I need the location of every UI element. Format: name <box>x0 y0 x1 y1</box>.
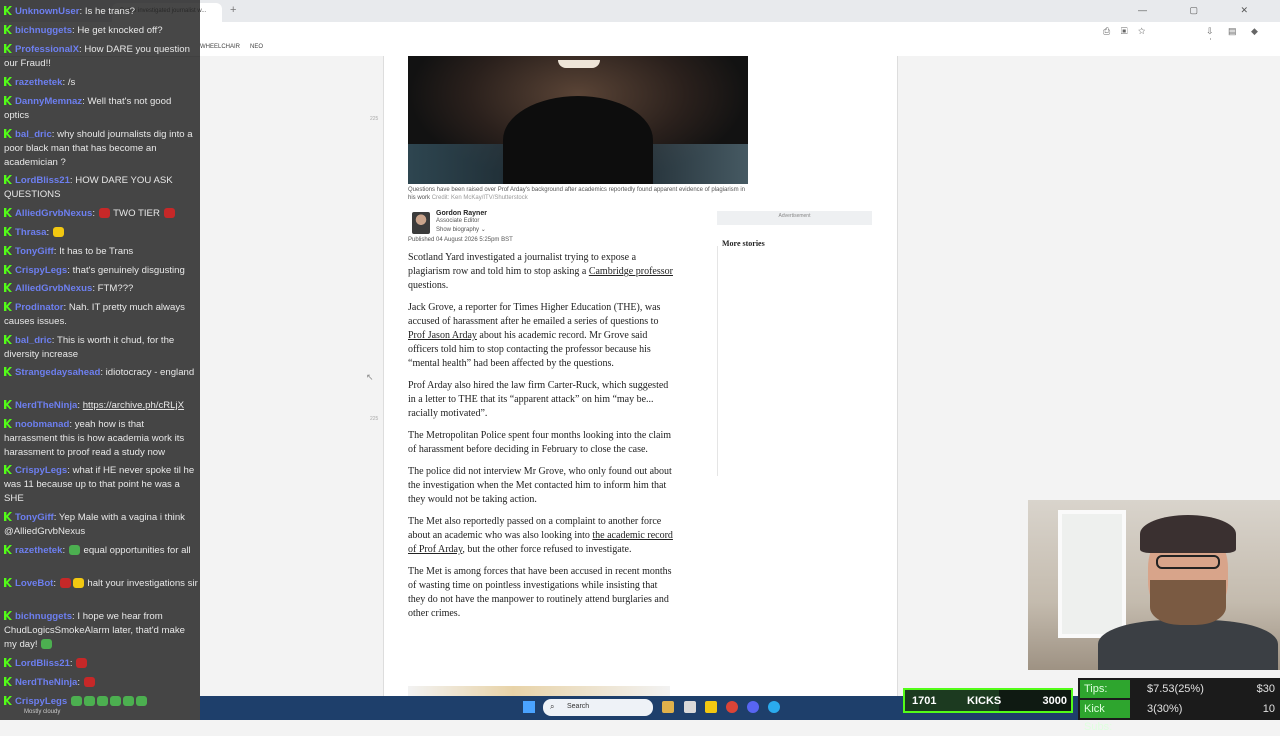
chat-message: Strangedaysahead: idiotocracy - england <box>4 366 198 380</box>
chat-message: CrispyLegs: what if HE never spoke til h… <box>4 465 195 504</box>
emote-icon <box>41 639 53 649</box>
chat-message: AlliedGrvbNexus: FTM??? <box>4 282 198 296</box>
article-paragraph: The police did not interview Mr Grove, w… <box>408 466 672 505</box>
chat-message: TonyGiff: It has to be Trans <box>4 245 198 259</box>
bookmark-wheelchair[interactable]: WHEELCHAIR <box>200 44 240 50</box>
emote-icon <box>98 208 110 218</box>
kicks-goal-bar: 1701 KICKS 3000 <box>903 688 1073 713</box>
chat-message: CrispyLegs <box>4 695 198 709</box>
windows-start-icon[interactable] <box>523 701 535 713</box>
chat-message: LordBliss21: <box>4 657 198 671</box>
kicks-current: 1701 <box>912 695 937 707</box>
advertisement-slot: Advertisement <box>717 211 872 225</box>
chat-message: DannyMemnaz: Well that's not good optics <box>4 96 172 121</box>
stream-chat: UnknownUser: Is he trans? bichnuggets: H… <box>0 0 200 720</box>
author-name[interactable]: Gordon Rayner <box>436 210 487 217</box>
chat-message: bal_dric: This is worth it chud, for the… <box>4 335 175 360</box>
image-credit: Credit: Ken McKay/ITV/Shutterstock <box>431 195 528 201</box>
kicks-goal: 3000 <box>1042 695 1067 707</box>
article-paragraph: The Met also reportedly passed on a comp… <box>408 516 673 555</box>
image-caption: Questions have been raised over Prof Ard… <box>408 187 746 201</box>
tips-value: $7.53(25%) <box>1147 683 1204 695</box>
inline-link[interactable]: Cambridge professor <box>589 266 673 277</box>
chat-message: bichnuggets: He get knocked off? <box>4 24 198 38</box>
emote-icon <box>96 696 108 706</box>
chat-message: LoveBot: halt your investigations sir <box>4 577 198 591</box>
chat-message: CrispyLegs: that's genuinely disgusting <box>4 264 198 278</box>
address-bar-icons[interactable]: ⎙ ▣ ☆ <box>1103 26 1149 37</box>
more-stories-heading: More stories <box>722 239 765 248</box>
search-icon: ⌕ <box>550 702 555 711</box>
task-view-icon[interactable] <box>684 701 696 713</box>
show-biography-link[interactable]: Show biography ⌄ <box>436 226 486 233</box>
emote-icon <box>135 696 147 706</box>
chat-message: Prodinator: Nah. IT pretty much always c… <box>4 302 185 327</box>
article-paragraph: The Met is among forces that have been a… <box>408 566 672 619</box>
emote-icon <box>76 658 88 668</box>
article-secondary-image <box>408 686 670 696</box>
file-explorer-icon[interactable] <box>662 701 674 713</box>
mouse-cursor-icon: ↖ <box>366 372 374 382</box>
emote-icon <box>122 696 134 706</box>
emote-icon <box>109 696 121 706</box>
chat-message: AlliedGrvbNexus: TWO TIER <box>4 207 198 221</box>
emote-icon <box>59 578 71 588</box>
chat-message: razethetek: equal opportunities for all <box>4 544 198 558</box>
emote-icon <box>52 227 64 237</box>
tips-subs-panel: Tips: $7.53(25%) $30 Kick Subs: 3(30%) 1… <box>1078 678 1280 733</box>
article-paragraph: Prof Arday also hired the law firm Carte… <box>408 380 669 419</box>
tips-label: Tips: <box>1080 680 1130 698</box>
emote-icon <box>83 677 95 687</box>
chat-message: NerdTheNinja: https://archive.ph/cRLjX <box>4 399 198 413</box>
emote-icon <box>83 696 95 706</box>
chat-message: razethetek: /s <box>4 76 198 90</box>
subs-value: 3(30%) <box>1147 703 1183 715</box>
chrome-icon[interactable] <box>726 701 738 713</box>
subs-label: Kick Subs: <box>1080 700 1130 733</box>
hero-image <box>408 56 748 184</box>
chat-message: TonyGiff: Yep Male with a vagina i think… <box>4 512 185 537</box>
emote-icon <box>163 208 175 218</box>
article-paragraph: Scotland Yard investigated a journalist … <box>408 252 673 291</box>
chat-message: bal_dric: why should journalists dig int… <box>4 129 193 168</box>
emote-icon <box>72 578 84 588</box>
chat-message: ProfessionalX: How DARE you question our… <box>4 44 190 69</box>
author-avatar[interactable] <box>412 212 430 234</box>
discord-icon[interactable] <box>747 701 759 713</box>
webcam-feed <box>1028 500 1280 670</box>
taskbar-search[interactable]: Search <box>543 699 653 716</box>
subs-goal: 10 <box>1262 703 1275 715</box>
article-paragraph: Jack Grove, a reporter for Times Higher … <box>408 302 661 369</box>
inline-link[interactable]: Prof Jason Arday <box>408 330 477 341</box>
article-paragraph: The Metropolitan Police spent four month… <box>408 430 672 455</box>
emote-icon <box>70 696 82 706</box>
chat-message: bichnuggets: I hope we hear from ChudLog… <box>4 611 186 650</box>
author-role: Associate Editor <box>436 218 480 224</box>
bookmark-neo[interactable]: NEO <box>250 44 263 50</box>
article-column: Questions have been raised over Prof Ard… <box>383 56 898 696</box>
tips-goal: $30 <box>1256 683 1275 695</box>
chat-message: NerdTheNinja: <box>4 676 198 690</box>
window-controls[interactable]: — ▢ ✕ <box>1138 5 1268 16</box>
chat-link[interactable]: https://archive.ph/cRLjX <box>83 400 184 411</box>
chat-message: LordBliss21: HOW DARE YOU ASK QUESTIONS <box>4 175 173 200</box>
emote-icon <box>68 545 80 555</box>
new-tab-button[interactable]: + <box>230 4 236 16</box>
article-body: Scotland Yard investigated a journalist … <box>408 251 674 629</box>
chat-message: UnknownUser: Is he trans? <box>4 5 198 19</box>
kicks-label: KICKS <box>967 695 1002 707</box>
folder-icon[interactable] <box>705 701 717 713</box>
telegram-icon[interactable] <box>768 701 780 713</box>
chat-message: Thrasa: <box>4 226 198 240</box>
published-date: Published 04 August 2026 5:25pm BST <box>408 237 513 243</box>
chat-message: noobmanad: yeah how is that harrassment … <box>4 419 185 458</box>
weather-label: Mostly cloudy <box>24 709 61 715</box>
